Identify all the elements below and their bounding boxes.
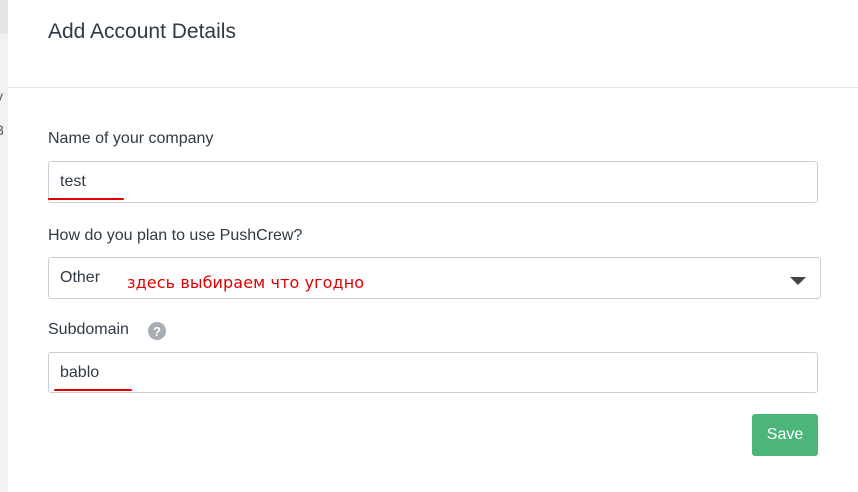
add-account-modal: Add Account Details Name of your company… xyxy=(8,0,858,492)
save-button[interactable]: Save xyxy=(752,414,818,456)
help-icon[interactable]: ? xyxy=(148,322,166,340)
annotation-text: здесь выбираем что угодно xyxy=(127,273,365,292)
modal-title: Add Account Details xyxy=(48,20,236,43)
subdomain-label: Subdomain xyxy=(48,321,129,338)
annotation-underline xyxy=(54,389,132,391)
company-name-value: test xyxy=(60,173,86,190)
usage-selected-value: Other xyxy=(60,269,101,286)
background-page: v 3 xyxy=(0,0,8,492)
company-name-input[interactable]: test xyxy=(48,161,818,203)
background-text: v xyxy=(0,88,3,104)
background-text: 3 xyxy=(0,122,4,138)
company-name-label: Name of your company xyxy=(48,130,214,147)
subdomain-input[interactable]: bablo xyxy=(48,352,818,393)
modal-header: Add Account Details xyxy=(8,0,858,88)
annotation-underline xyxy=(48,198,124,200)
usage-label: How do you plan to use PushCrew? xyxy=(48,227,303,244)
chevron-down-icon xyxy=(790,277,806,285)
background-header xyxy=(0,0,8,34)
subdomain-value: bablo xyxy=(60,363,100,381)
